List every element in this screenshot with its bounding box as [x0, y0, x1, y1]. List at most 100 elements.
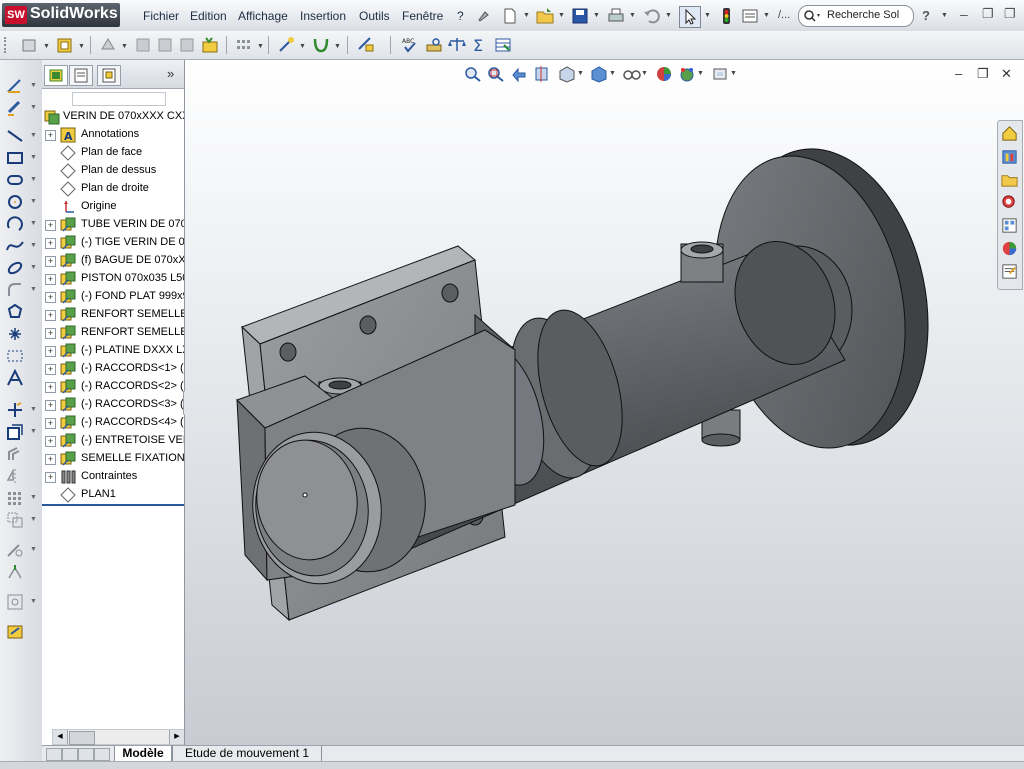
chevron-down-icon[interactable]: ▼	[30, 546, 37, 553]
scroll-right-icon[interactable]: ▶	[169, 730, 184, 744]
tree-item[interactable]: Plan de face	[42, 144, 184, 162]
text-tool-icon[interactable]	[5, 368, 25, 388]
tree-item[interactable]: + RENFORT SEMELLE D	[42, 306, 184, 324]
expand-plus-icon[interactable]: +	[45, 256, 56, 267]
restore-down-icon[interactable]: ❐	[1004, 6, 1016, 22]
slot-tool-icon[interactable]	[5, 170, 25, 190]
file-explorer-icon[interactable]	[1000, 170, 1019, 189]
exploded-view-icon[interactable]	[356, 35, 376, 55]
design-library-icon[interactable]	[1000, 147, 1019, 166]
expand-plus-icon[interactable]: +	[45, 220, 56, 231]
chevron-down-icon[interactable]: ▼	[558, 12, 565, 19]
tree-item[interactable]: + Contraintes	[42, 468, 184, 486]
move-component-icon[interactable]	[133, 35, 153, 55]
chevron-down-icon[interactable]: ▼	[30, 516, 37, 523]
construction-geometry-icon[interactable]	[5, 346, 25, 366]
tree-item[interactable]: + SEMELLE FIXATION 1	[42, 450, 184, 468]
chevron-down-icon[interactable]: ▼	[593, 12, 600, 19]
chevron-down-icon[interactable]: ▼	[665, 12, 672, 19]
tab-property-manager[interactable]	[69, 65, 93, 86]
mate-icon[interactable]	[200, 35, 220, 55]
tree-item[interactable]: Origine	[42, 198, 184, 216]
new-document-icon[interactable]	[500, 6, 520, 26]
chevron-down-icon[interactable]: ▼	[121, 43, 128, 50]
chevron-down-icon[interactable]: ▼	[30, 242, 37, 249]
repair-sketch-icon[interactable]	[5, 562, 25, 582]
expand-plus-icon[interactable]: +	[45, 364, 56, 375]
toolbar-grip[interactable]	[4, 37, 9, 53]
next-tab-nav[interactable]	[78, 748, 94, 761]
tree-item[interactable]: + (-) TIGE VERIN DE 07	[42, 234, 184, 252]
chevron-down-icon[interactable]: ▼	[30, 598, 37, 605]
interference-detection-icon[interactable]	[493, 35, 513, 55]
chevron-down-icon[interactable]: ▼	[30, 428, 37, 435]
tree-item[interactable]: Plan de dessus	[42, 162, 184, 180]
last-tab-nav[interactable]	[94, 748, 110, 761]
expand-plus-icon[interactable]: +	[45, 328, 56, 339]
chevron-down-icon[interactable]: ▼	[941, 12, 948, 19]
menu-help[interactable]: ?	[457, 9, 464, 23]
expand-plus-icon[interactable]: +	[45, 418, 56, 429]
tab-feature-tree[interactable]	[44, 65, 68, 86]
select-pointer-icon[interactable]	[679, 6, 701, 28]
prev-tab-nav[interactable]	[62, 748, 78, 761]
insert-component-icon[interactable]	[20, 35, 40, 55]
arc-tool-icon[interactable]	[5, 214, 25, 234]
tree-item[interactable]: + (-) PLATINE DXXX LX	[42, 342, 184, 360]
tree-item[interactable]: + (-) FOND PLAT 999x9	[42, 288, 184, 306]
polygon-tool-icon[interactable]	[5, 302, 25, 322]
smart-fasteners-icon[interactable]	[98, 35, 118, 55]
expand-plus-icon[interactable]: +	[45, 310, 56, 321]
sketch-pattern-icon[interactable]	[5, 488, 25, 508]
save-icon[interactable]	[570, 6, 590, 26]
minimize-window-icon[interactable]: –	[960, 6, 968, 22]
smart-dimension-icon[interactable]	[5, 98, 25, 118]
undo-icon[interactable]	[642, 6, 662, 26]
search-box[interactable]: Recherche Sol	[798, 5, 914, 27]
chevron-down-icon[interactable]: ▼	[763, 12, 770, 19]
ellipse-tool-icon[interactable]	[5, 258, 25, 278]
line-tool-icon[interactable]	[5, 126, 25, 146]
offset-entities-icon[interactable]	[5, 444, 25, 464]
open-folder-icon[interactable]	[535, 6, 555, 26]
chevron-down-icon[interactable]: ▼	[30, 220, 37, 227]
top-fitting-rear[interactable]	[680, 241, 724, 283]
menu-insertion[interactable]: Insertion	[300, 9, 346, 23]
menu-edition[interactable]: Edition	[190, 9, 227, 23]
spell-check-icon[interactable]: ABC	[400, 35, 420, 55]
expand-plus-icon[interactable]: +	[45, 382, 56, 393]
trim-entities-icon[interactable]	[5, 400, 25, 420]
search-input[interactable]: Recherche Sol	[827, 9, 899, 21]
chevron-down-icon[interactable]: ▼	[629, 12, 636, 19]
scroll-left-icon[interactable]: ◀	[53, 730, 68, 744]
chevron-down-icon[interactable]: ▼	[30, 154, 37, 161]
rebuild-traffic-light-icon[interactable]	[716, 6, 736, 26]
smart-mates-icon[interactable]	[276, 35, 296, 55]
view-palette-icon[interactable]	[1000, 216, 1019, 235]
move-entities-icon[interactable]	[5, 510, 25, 530]
custom-properties-icon[interactable]	[1000, 262, 1019, 281]
chevron-down-icon[interactable]: ▼	[78, 43, 85, 50]
spline-tool-icon[interactable]	[5, 236, 25, 256]
measure-icon[interactable]	[424, 35, 444, 55]
chevron-down-icon[interactable]: ▼	[30, 264, 37, 271]
panel-expand-icon[interactable]: »	[167, 66, 174, 81]
mirror-entities-icon[interactable]	[5, 466, 25, 486]
tab-configuration-manager[interactable]	[97, 65, 121, 86]
chevron-down-icon[interactable]: ▼	[30, 198, 37, 205]
chevron-down-icon[interactable]: ▼	[523, 12, 530, 19]
expand-plus-icon[interactable]: +	[45, 472, 56, 483]
appearances-scenes-icon[interactable]	[1000, 239, 1019, 258]
chevron-down-icon[interactable]: ▼	[30, 406, 37, 413]
tree-item[interactable]: + (-) RACCORDS<2> (	[42, 378, 184, 396]
chevron-down-icon[interactable]: ▼	[43, 43, 50, 50]
menu-outils[interactable]: Outils	[359, 9, 390, 23]
chevron-down-icon[interactable]: ▼	[30, 286, 37, 293]
tree-item[interactable]: + TUBE VERIN DE 070x	[42, 216, 184, 234]
tree-horizontal-scrollbar[interactable]: ◀ ▶	[52, 729, 184, 745]
tree-item[interactable]: + RENFORT SEMELLE D	[42, 324, 184, 342]
scroll-thumb[interactable]	[69, 731, 95, 745]
cylinder-assembly-model[interactable]	[185, 60, 1024, 745]
search-results-icon[interactable]	[1000, 193, 1019, 212]
chevron-down-icon[interactable]: ▼	[257, 43, 264, 50]
